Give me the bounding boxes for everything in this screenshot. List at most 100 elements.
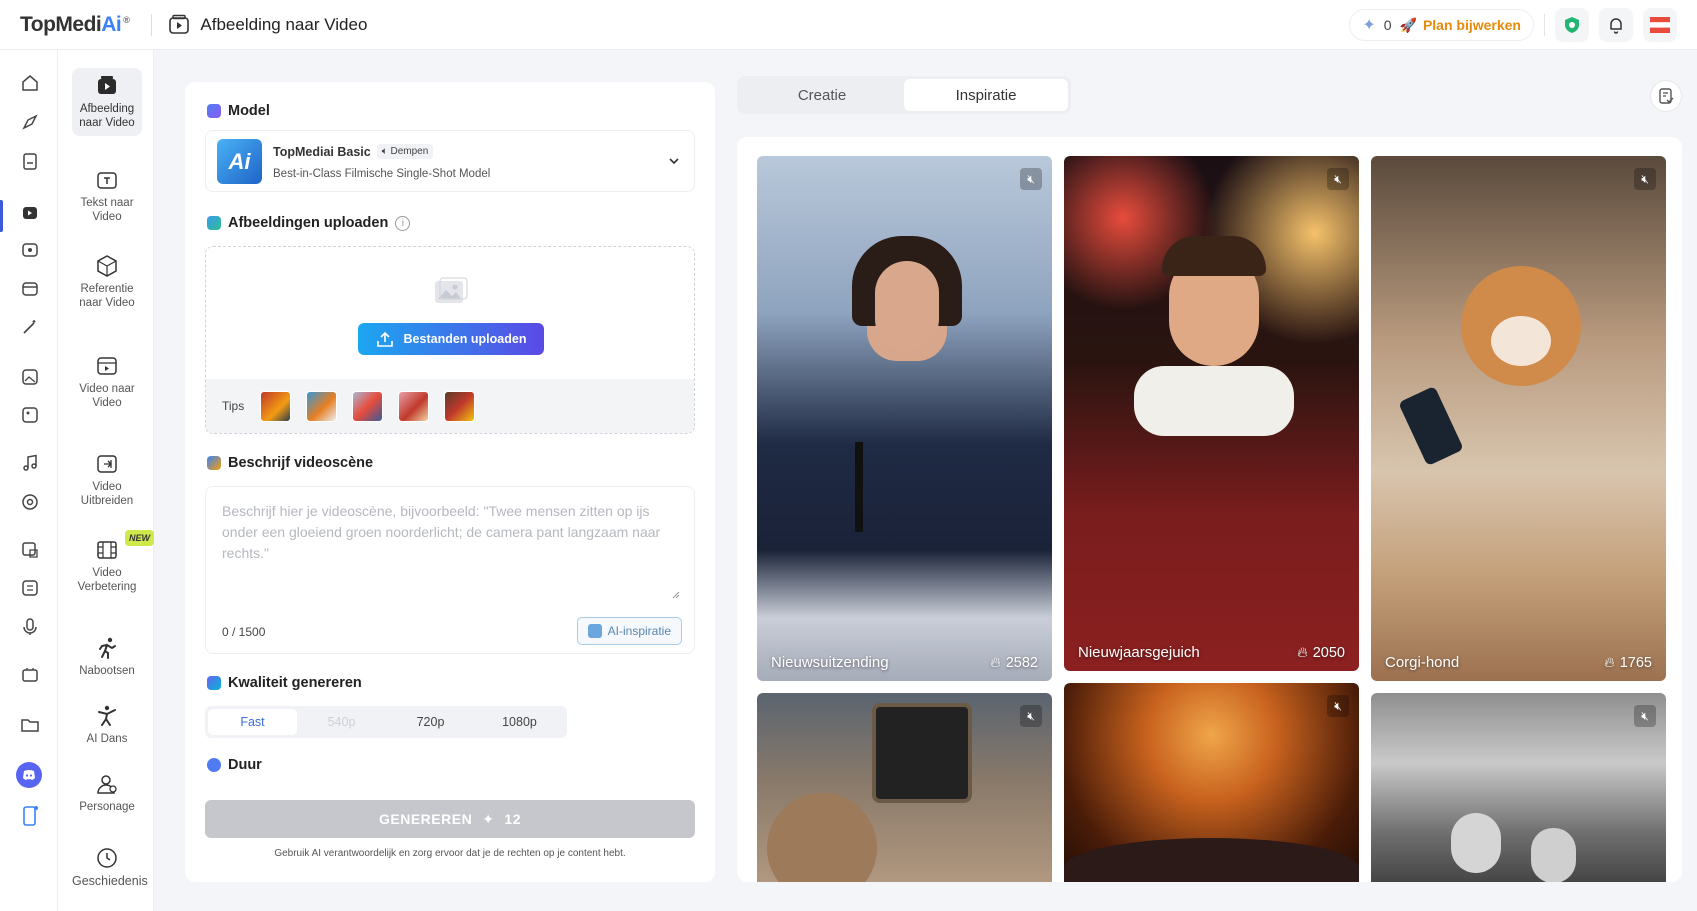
tip-thumbnail[interactable]: [444, 391, 475, 422]
app-logo[interactable]: TopMediAi ®: [20, 13, 130, 37]
music-icon[interactable]: [19, 452, 41, 474]
tool-imitate[interactable]: Nabootsen: [72, 636, 142, 678]
info-icon[interactable]: i: [395, 215, 411, 231]
describe-section-title: Beschrijf videoscène: [207, 455, 373, 471]
scene-description-textarea[interactable]: Beschrijf hier je videoscène, bijvoorbee…: [205, 486, 695, 654]
page-title: Afbeelding naar Video: [168, 14, 367, 36]
gallery-card[interactable]: 🔇︎: [1064, 683, 1359, 882]
disc-icon[interactable]: [19, 491, 41, 513]
mute-icon[interactable]: 🔇︎: [1020, 705, 1042, 727]
explore-icon[interactable]: [19, 111, 41, 133]
tool-reference-to-video[interactable]: Referentie naar Video: [72, 254, 142, 310]
tool-column: Afbeelding naar Video Tekst naar Video R…: [58, 50, 154, 911]
folder-icon[interactable]: [19, 714, 41, 736]
upload-area[interactable]: Bestanden uploaden: [206, 247, 694, 379]
discord-icon[interactable]: [16, 762, 42, 788]
model-selector[interactable]: Ai TopMediai Basic 🔈︎ Dempen Best-in-Cla…: [205, 130, 695, 192]
logo-registered: ®: [123, 14, 130, 25]
tool-video-to-video[interactable]: Video naar Video: [72, 354, 142, 410]
quality-option-fast[interactable]: Fast: [208, 709, 297, 735]
card-image-cake: [1064, 838, 1359, 882]
mute-icon[interactable]: 🔇︎: [1327, 168, 1349, 190]
tool-history[interactable]: Geschiedenis: [72, 846, 148, 889]
tool-label: AI Dans: [86, 733, 128, 745]
tab-creatie[interactable]: Creatie: [740, 79, 904, 111]
model-title-text: Model: [228, 103, 270, 119]
language-flag-button[interactable]: [1643, 8, 1677, 42]
mute-icon[interactable]: 🔇︎: [1634, 705, 1656, 727]
video-rail-icon[interactable]: [19, 239, 41, 261]
tip-thumbnail[interactable]: [306, 391, 337, 422]
ai-disclaimer: Gebruik AI verantwoordelijk en zorg ervo…: [274, 848, 626, 859]
inspiration-gallery: 🔇︎ Nieuwsuitzending 🔥︎ 2582 🔇︎ Nieuwjaars…: [737, 137, 1682, 882]
gallery-card[interactable]: 🔇︎ Corgi-hond 🔥︎ 1765: [1371, 156, 1666, 681]
dance-icon: [95, 704, 119, 728]
tool-label: Personage: [79, 801, 135, 813]
credits-pill[interactable]: ✦ 0 🚀 Plan bijwerken: [1349, 9, 1534, 41]
card-image-hair: [1162, 236, 1266, 276]
tool-ai-dance[interactable]: AI Dans: [72, 704, 142, 746]
rocket-icon: 🚀: [1399, 16, 1417, 33]
page-title-text: Afbeelding naar Video: [200, 14, 368, 34]
settings-panel: Model Ai TopMediai Basic 🔈︎ Dempen Best-…: [185, 82, 715, 882]
card-image-dog-muzzle: [1491, 316, 1551, 366]
upload-files-button[interactable]: Bestanden uploaden: [358, 323, 544, 355]
header-divider-right: [1544, 14, 1545, 36]
gallery-card[interactable]: 🔇︎: [1371, 693, 1666, 882]
card-image-sign: [872, 703, 972, 803]
ai-tool-icon[interactable]: [19, 664, 41, 686]
quality-option-540p[interactable]: 540p: [297, 709, 386, 735]
image-rail-icon[interactable]: [19, 366, 41, 388]
gallery-card[interactable]: 🔇︎ Nieuwjaarsgejuich 🔥︎ 2050: [1064, 156, 1359, 671]
upgrade-label: Plan bijwerken: [1422, 17, 1521, 33]
quality-option-1080p[interactable]: 1080p: [475, 709, 564, 735]
image-video-rail-icon[interactable]: [19, 202, 41, 224]
document-icon[interactable]: [19, 150, 41, 172]
tip-thumbnail[interactable]: [352, 391, 383, 422]
document-check-button[interactable]: [1650, 80, 1682, 112]
tool-label: Afbeelding naar Video: [79, 103, 135, 129]
header-divider: [151, 13, 153, 36]
tip-thumbnail[interactable]: [260, 391, 291, 422]
tool-image-to-video[interactable]: Afbeelding naar Video: [72, 68, 142, 136]
tool-character[interactable]: Personage: [72, 772, 142, 814]
shield-button[interactable]: [1555, 8, 1589, 42]
magic-wand-icon[interactable]: [19, 316, 41, 338]
notification-button[interactable]: [1599, 8, 1633, 42]
quality-option-720p[interactable]: 720p: [386, 709, 475, 735]
tool-video-enhance[interactable]: NEW Video Verbetering: [72, 530, 154, 594]
mute-icon[interactable]: 🔇︎: [1634, 168, 1656, 190]
video-extend-icon: [95, 452, 119, 476]
gallery-card[interactable]: 🔇︎: [757, 693, 1052, 882]
tab-inspiratie[interactable]: Inspiratie: [904, 79, 1068, 111]
describe-title-text: Beschrijf videoscène: [228, 455, 374, 471]
home-icon[interactable]: [19, 72, 41, 94]
ai-inspiration-button[interactable]: AI-inspiratie: [576, 617, 682, 645]
mute-icon[interactable]: 🔇︎: [1327, 695, 1349, 717]
mobile-app-icon[interactable]: [19, 805, 41, 827]
mute-icon[interactable]: 🔇︎: [1020, 168, 1042, 190]
tool-text-to-video[interactable]: Tekst naar Video: [72, 168, 142, 224]
gallery-card[interactable]: 🔇︎ Nieuwsuitzending 🔥︎ 2582: [757, 156, 1052, 681]
ai-inspiration-icon: [587, 624, 602, 638]
card-image-mic: [855, 442, 863, 532]
card-likes-count: 1765: [1619, 655, 1652, 671]
translate-icon[interactable]: [19, 539, 41, 561]
resize-handle-icon[interactable]: [672, 591, 680, 599]
character-counter: 0 / 1500: [222, 625, 266, 639]
view-tabs: Creatie Inspiratie: [737, 76, 1071, 114]
generate-button[interactable]: GENEREREN ✦ 12: [205, 800, 695, 838]
description-placeholder: Beschrijf hier je videoscène, bijvoorbee…: [222, 503, 661, 561]
tool-video-extend[interactable]: Video Uitbreiden: [72, 452, 142, 508]
tip-thumbnail[interactable]: [398, 391, 429, 422]
model-description: Best-in-Class Filmische Single-Shot Mode…: [273, 168, 491, 180]
subtitle-icon[interactable]: [19, 577, 41, 599]
upgrade-plan-link[interactable]: 🚀 Plan bijwerken: [1400, 17, 1521, 34]
microphone-icon[interactable]: [19, 616, 41, 638]
shield-icon: [1565, 17, 1579, 33]
media-rail-icon[interactable]: [19, 278, 41, 300]
image-edit-rail-icon[interactable]: [19, 404, 41, 426]
mute-tag-text: Dempen: [390, 146, 429, 157]
upload-dropzone[interactable]: Bestanden uploaden Tips: [205, 246, 695, 434]
quality-icon: [207, 676, 221, 690]
